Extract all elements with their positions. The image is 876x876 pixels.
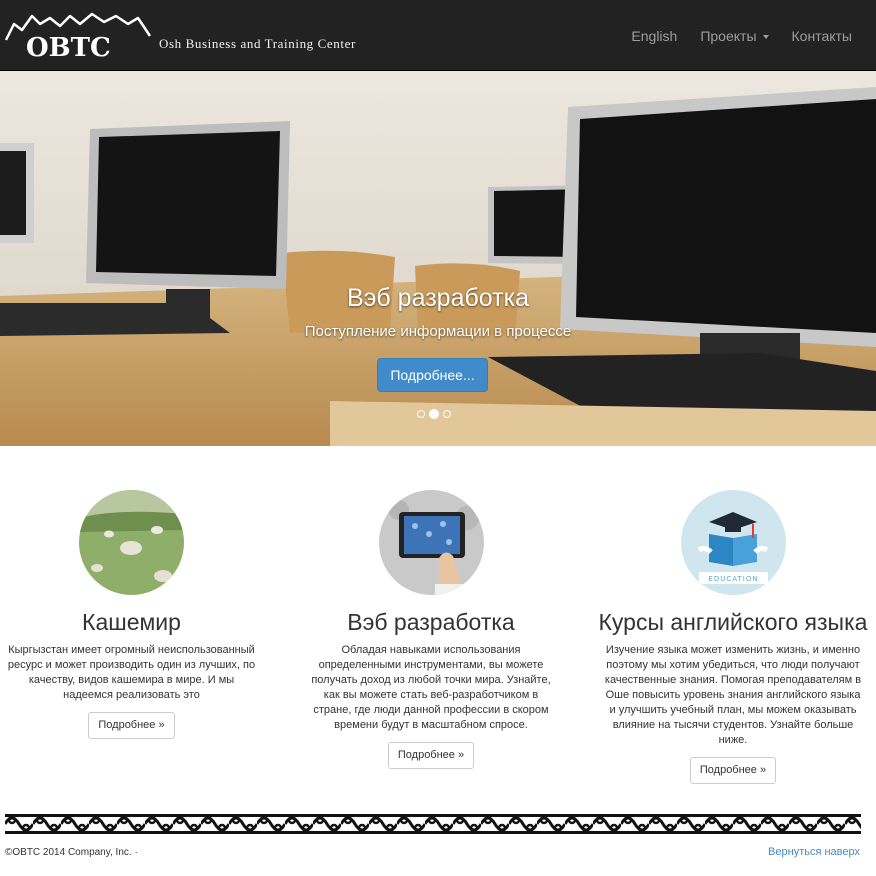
carousel-indicator-1[interactable] [417, 410, 425, 418]
feature-cashmere: Кашемир Кыргызстан имеет огромный неиспо… [0, 490, 263, 739]
feature-web-development: Вэб разработка Обладая навыками использо… [298, 490, 564, 769]
carousel: Вэб разработка Поступление информации в … [0, 71, 876, 446]
carousel-text: Поступление информации в процессе [304, 323, 572, 340]
obtc-logo[interactable]: OBTC [4, 10, 154, 62]
nav-projects-dropdown[interactable]: Проекты [700, 27, 769, 44]
ornament-border [5, 810, 861, 838]
english-more-button[interactable]: Подробнее » [689, 757, 777, 784]
feature-title: Кашемир [82, 609, 181, 635]
cashmere-more-button[interactable]: Подробнее » [88, 712, 175, 739]
education-icon: EDUCATION [680, 490, 786, 595]
feature-title: Курсы английского языка [598, 609, 868, 635]
carousel-indicators [415, 409, 453, 419]
feature-english-courses: EDUCATION Курсы английского языка Изучен… [598, 490, 868, 784]
nav-menu: English Проекты Контакты [608, 0, 852, 71]
web-dev-more-button[interactable]: Подробнее » [387, 742, 475, 769]
navbar: OBTC Osh Business and Training Center En… [0, 0, 876, 71]
tablet-image [378, 490, 484, 595]
feature-text: Изучение языка может изменить жизнь, и и… [604, 644, 862, 746]
brand-subtitle: Osh Business and Training Center [159, 36, 356, 51]
nav-contacts[interactable]: Контакты [792, 28, 852, 44]
carousel-more-button[interactable]: Подробнее... [377, 358, 488, 392]
carousel-indicator-3[interactable] [443, 410, 451, 418]
sheep-image [79, 490, 184, 595]
footer-copyright: ©OBTC 2014 Company, Inc. · [5, 847, 138, 858]
nav-projects-label: Проекты [700, 27, 757, 44]
feature-title: Вэб разработка [347, 609, 515, 635]
nav-english[interactable]: English [631, 28, 677, 44]
back-to-top-link[interactable]: Вернуться наверх [768, 846, 860, 858]
caret-down-icon [762, 34, 769, 39]
carousel-indicator-2[interactable] [429, 409, 439, 419]
svg-text:EDUCATION: EDUCATION [708, 575, 758, 583]
feature-text: Кыргызстан имеет огромный неиспользованн… [7, 644, 256, 701]
feature-text: Обладая навыками использования определен… [311, 644, 551, 731]
carousel-title: Вэб разработка [346, 284, 529, 312]
logo-text: OBTC [26, 33, 111, 62]
